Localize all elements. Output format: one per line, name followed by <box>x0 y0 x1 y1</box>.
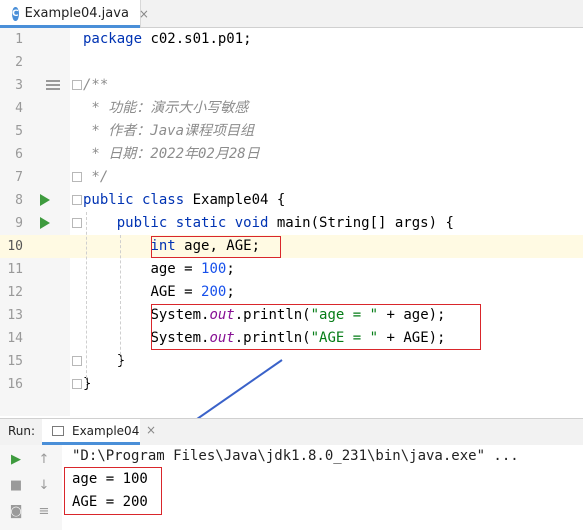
run-tool-window-header: Run: Example04 × <box>0 418 583 446</box>
stop-icon[interactable]: ■ <box>8 477 24 493</box>
highlight-box-output <box>64 467 162 515</box>
run-tab-example04[interactable]: Example04 <box>42 419 140 445</box>
scroll-up-icon[interactable]: ↑ <box>36 451 52 467</box>
run-tab-label: Example04 <box>72 424 140 438</box>
run-console[interactable]: ▶ ↑ ■ ↓ ◙ ≡ "D:\Program Files\Java\jdk1.… <box>0 445 583 530</box>
run-label: Run: <box>8 424 36 438</box>
close-icon[interactable]: × <box>146 423 156 437</box>
console-toolbar: ▶ ↑ ■ ↓ ◙ ≡ <box>0 445 62 530</box>
wrap-icon[interactable]: ≡ <box>36 503 52 519</box>
scroll-down-icon[interactable]: ↓ <box>36 477 52 493</box>
console-command-line: "D:\Program Files\Java\jdk1.8.0_231\bin\… <box>72 448 519 464</box>
console-icon <box>52 426 64 436</box>
camera-icon[interactable]: ◙ <box>8 503 24 519</box>
rerun-icon[interactable]: ▶ <box>8 451 24 467</box>
